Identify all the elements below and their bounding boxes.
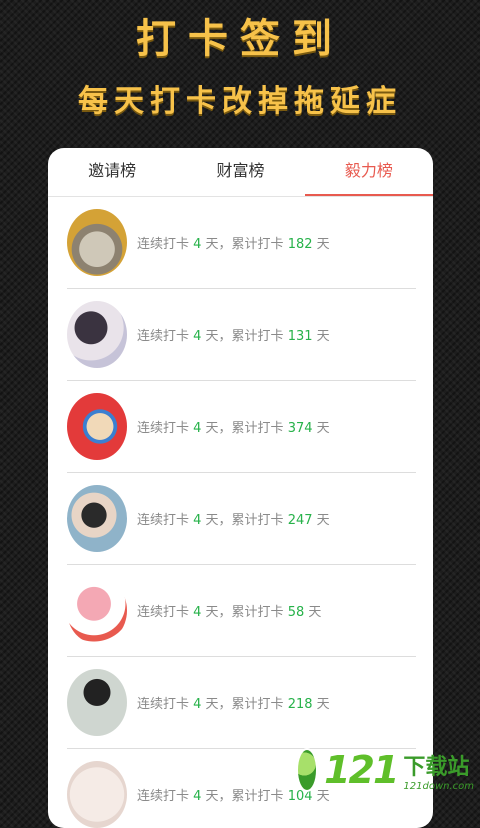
list-item[interactable]: 连续打卡 4 天，累计打卡 218 天 [67,657,416,749]
stat-prefix: 连续打卡 [137,237,194,252]
list-item[interactable]: 连续打卡 4 天，累计打卡 374 天 [67,381,416,473]
stat-prefix: 连续打卡 [137,605,194,620]
tab-wealth[interactable]: 财富榜 [176,148,304,196]
ranking-list: 连续打卡 4 天，累计打卡 182 天 连续打卡 4 天，累计打卡 131 天 … [67,197,416,828]
stat-suffix: 天 [312,237,330,252]
checkin-stats: 连续打卡 4 天，累计打卡 374 天 [137,417,330,436]
watermark-logo-icon [296,748,319,792]
stat-mid: 天，累计打卡 [201,697,288,712]
total-days: 58 [287,605,305,620]
leaderboard-card: 邀请榜 财富榜 毅力榜 连续打卡 4 天，累计打卡 182 天 连续打卡 4 天… [48,148,433,828]
total-days: 182 [287,237,313,252]
avatar[interactable] [67,577,127,644]
site-watermark: 121 下载站 121down.com [296,744,474,796]
stat-prefix: 连续打卡 [137,789,194,804]
checkin-stats: 连续打卡 4 天，累计打卡 182 天 [137,233,330,252]
avatar[interactable] [67,761,127,828]
checkin-stats: 连续打卡 4 天，累计打卡 58 天 [137,601,321,620]
tab-bar: 邀请榜 财富榜 毅力榜 [48,148,433,197]
stat-mid: 天，累计打卡 [201,329,288,344]
list-item[interactable]: 连续打卡 4 天，累计打卡 131 天 [67,289,416,381]
hero-subtitle: 每天打卡改掉拖延症 [78,84,402,119]
stat-prefix: 连续打卡 [137,697,194,712]
stat-mid: 天，累计打卡 [201,421,288,436]
avatar[interactable] [67,485,127,552]
watermark-cn: 下载站 [403,754,470,780]
avatar[interactable] [67,209,127,276]
total-days: 131 [287,329,313,344]
list-item[interactable]: 连续打卡 4 天，累计打卡 58 天 [67,565,416,657]
avatar[interactable] [67,669,127,736]
checkin-stats: 连续打卡 4 天，累计打卡 247 天 [137,509,330,528]
stat-prefix: 连续打卡 [137,421,194,436]
stat-mid: 天，累计打卡 [201,605,288,620]
checkin-stats: 连续打卡 4 天，累计打卡 131 天 [137,325,330,344]
stat-suffix: 天 [304,605,322,620]
tab-invite[interactable]: 邀请榜 [48,148,176,196]
stat-prefix: 连续打卡 [137,513,194,528]
stat-suffix: 天 [312,513,330,528]
watermark-en: 121down.com [403,780,474,792]
watermark-text: 下载站 121down.com [403,749,474,792]
stat-suffix: 天 [312,421,330,436]
total-days: 247 [287,513,313,528]
stat-mid: 天，累计打卡 [201,237,288,252]
checkin-stats: 连续打卡 4 天，累计打卡 218 天 [137,693,330,712]
stat-prefix: 连续打卡 [137,329,194,344]
stat-mid: 天，累计打卡 [201,789,288,804]
list-item[interactable]: 连续打卡 4 天，累计打卡 182 天 [67,197,416,289]
total-days: 218 [287,697,313,712]
avatar[interactable] [67,393,127,460]
hero-title: 打卡签到 [136,16,344,62]
stat-suffix: 天 [312,329,330,344]
stat-suffix: 天 [312,697,330,712]
stat-mid: 天，累计打卡 [201,513,288,528]
list-item[interactable]: 连续打卡 4 天，累计打卡 247 天 [67,473,416,565]
total-days: 374 [287,421,313,436]
tab-perseverance[interactable]: 毅力榜 [304,148,433,196]
watermark-number: 121 [324,748,399,792]
avatar[interactable] [67,301,127,368]
